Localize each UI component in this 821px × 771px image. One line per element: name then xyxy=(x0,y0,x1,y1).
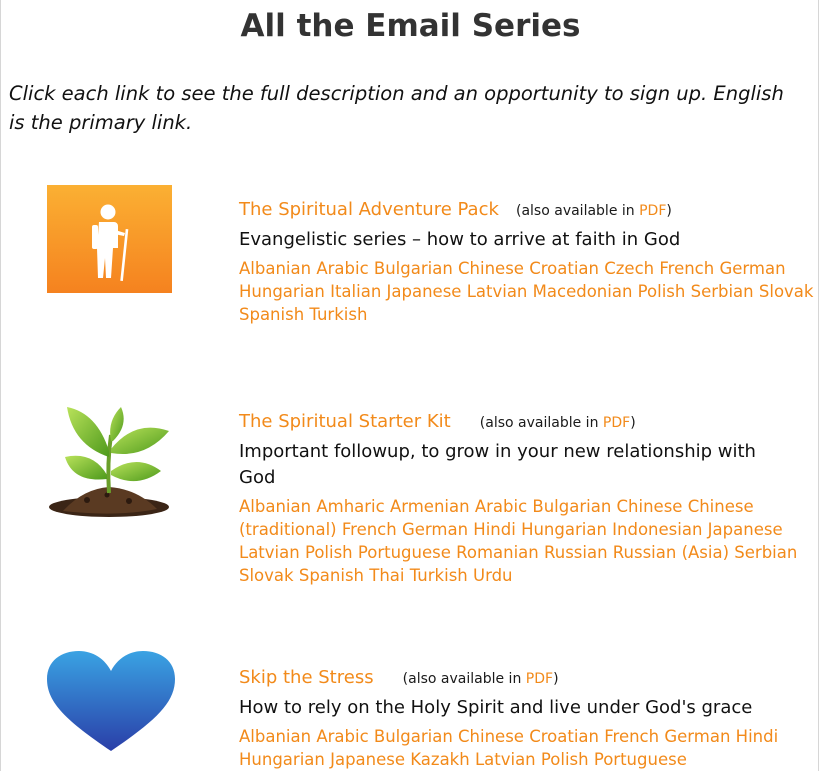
language-link[interactable]: Slovak xyxy=(239,566,294,585)
language-link[interactable]: Arabic xyxy=(316,727,368,746)
language-link[interactable]: Japanese xyxy=(330,750,405,769)
language-link[interactable]: German xyxy=(719,259,785,278)
language-link[interactable]: Albanian xyxy=(239,497,311,516)
pdf-link[interactable]: PDF xyxy=(526,671,553,687)
language-link[interactable]: Bulgarian xyxy=(374,727,453,746)
seedling-icon[interactable] xyxy=(47,397,175,523)
also-suffix: ) xyxy=(666,203,672,219)
language-link[interactable]: Japanese xyxy=(387,282,462,301)
language-link[interactable]: Chinese xyxy=(458,259,524,278)
also-suffix: ) xyxy=(553,671,559,687)
also-prefix: (also available in xyxy=(516,203,640,219)
language-link[interactable]: French xyxy=(659,259,714,278)
series-description: Important followup, to grow in your new … xyxy=(239,441,756,488)
language-link[interactable]: Spanish xyxy=(239,305,304,324)
also-prefix: (also available in xyxy=(479,415,603,431)
language-link[interactable]: Portuguese xyxy=(594,750,687,769)
language-link[interactable]: Russian xyxy=(544,543,608,562)
language-link[interactable]: Chinese xyxy=(617,497,683,516)
language-link[interactable]: Serbian xyxy=(734,543,797,562)
language-link[interactable]: Japanese xyxy=(708,520,783,539)
language-links: Albanian Arabic Bulgarian Chinese Croati… xyxy=(239,725,814,771)
language-link[interactable]: Chinese xyxy=(458,727,524,746)
language-link[interactable]: Czech xyxy=(604,259,654,278)
page-title: All the Email Series xyxy=(240,8,581,44)
language-link[interactable]: German xyxy=(402,520,468,539)
language-link[interactable]: Romanian xyxy=(456,543,539,562)
also-available-note: (also available in PDF) xyxy=(480,415,636,431)
language-link[interactable]: Latvian xyxy=(475,750,536,769)
language-link[interactable]: Slovak xyxy=(759,282,814,301)
language-link[interactable]: Polish xyxy=(638,282,686,301)
language-link[interactable]: Italian xyxy=(330,282,381,301)
language-link[interactable]: French xyxy=(604,727,659,746)
language-link[interactable]: Latvian xyxy=(467,282,528,301)
language-link[interactable]: Polish xyxy=(541,750,589,769)
language-link[interactable]: Albanian xyxy=(239,727,311,746)
series-title-link[interactable]: Skip the Stress xyxy=(239,667,374,688)
intro-text: Click each link to see the full descript… xyxy=(9,82,784,134)
language-link[interactable]: Portuguese xyxy=(358,543,451,562)
language-link[interactable]: Latvian xyxy=(239,543,300,562)
series-description: Evangelistic series – how to arrive at f… xyxy=(239,229,681,250)
language-link[interactable]: Spanish xyxy=(299,566,364,585)
language-link[interactable]: Thai xyxy=(369,566,404,585)
language-link[interactable]: Polish xyxy=(305,543,353,562)
language-link[interactable]: Hungarian xyxy=(239,750,325,769)
language-link[interactable]: Bulgarian xyxy=(374,259,453,278)
language-links: Albanian Amharic Armenian Arabic Bulgari… xyxy=(239,495,814,587)
series-title-link[interactable]: The Spiritual Starter Kit xyxy=(239,411,451,432)
language-link[interactable]: Bulgarian xyxy=(532,497,611,516)
language-link[interactable]: Hungarian xyxy=(521,520,607,539)
language-link[interactable]: French xyxy=(342,520,397,539)
hiker-icon[interactable] xyxy=(47,185,172,293)
language-link[interactable]: Arabic xyxy=(475,497,527,516)
language-link[interactable]: Macedonian xyxy=(533,282,633,301)
also-available-note: (also available in PDF) xyxy=(516,203,672,219)
language-link[interactable]: Croatian xyxy=(529,727,599,746)
language-links: Albanian Arabic Bulgarian Chinese Croati… xyxy=(239,257,814,326)
also-available-note: (also available in PDF) xyxy=(403,671,559,687)
language-link[interactable]: Hindi xyxy=(736,727,779,746)
language-link[interactable]: German xyxy=(664,727,730,746)
series-title-link[interactable]: The Spiritual Adventure Pack xyxy=(239,199,499,220)
language-link[interactable]: Hungarian xyxy=(239,282,325,301)
also-suffix: ) xyxy=(630,415,636,431)
language-link[interactable]: Kazakh xyxy=(410,750,469,769)
language-link[interactable]: Armenian xyxy=(390,497,470,516)
language-link[interactable]: Croatian xyxy=(529,259,599,278)
language-link[interactable]: Albanian xyxy=(239,259,311,278)
language-link[interactable]: Amharic xyxy=(316,497,384,516)
language-link[interactable]: Turkish xyxy=(410,566,468,585)
language-link[interactable]: Indonesian xyxy=(612,520,702,539)
pdf-link[interactable]: PDF xyxy=(639,203,666,219)
language-link[interactable]: Russian (Asia) xyxy=(613,543,729,562)
also-prefix: (also available in xyxy=(402,671,526,687)
language-link[interactable]: Arabic xyxy=(316,259,368,278)
language-link[interactable]: Serbian xyxy=(691,282,754,301)
language-link[interactable]: Urdu xyxy=(473,566,513,585)
heart-icon[interactable] xyxy=(47,651,175,755)
language-link[interactable]: Hindi xyxy=(473,520,516,539)
pdf-link[interactable]: PDF xyxy=(603,415,630,431)
language-link[interactable]: Turkish xyxy=(309,305,367,324)
series-description: How to rely on the Holy Spirit and live … xyxy=(239,697,753,718)
